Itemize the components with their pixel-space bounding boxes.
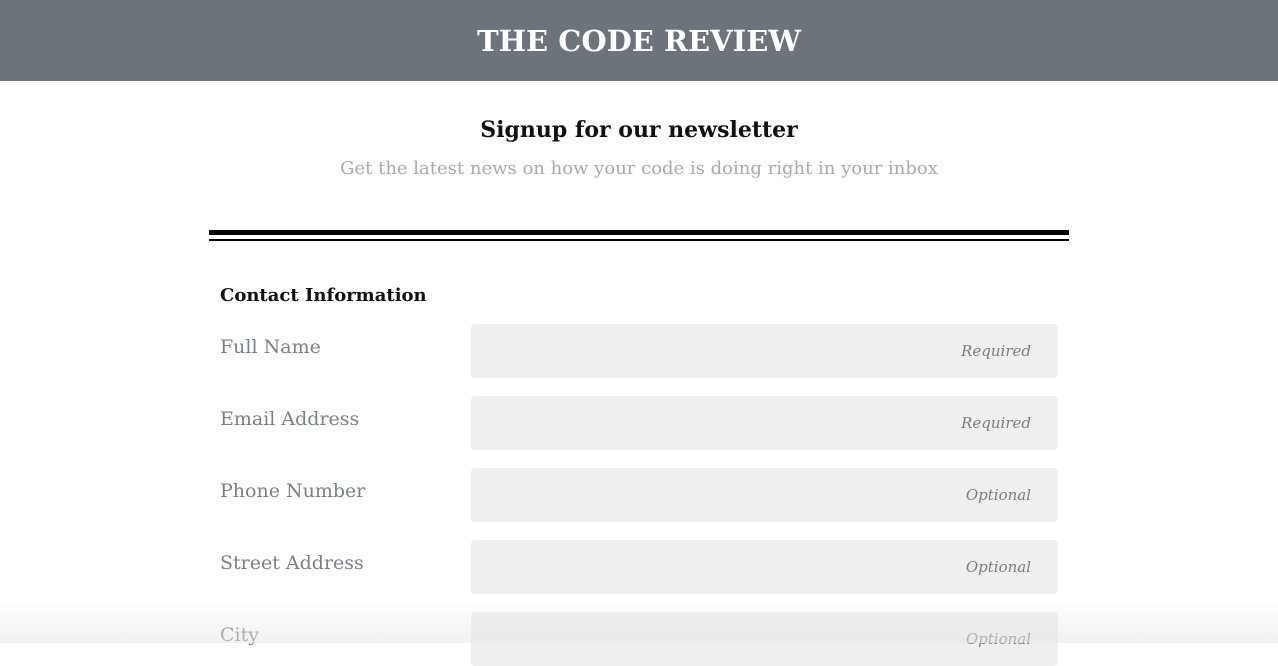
newsletter-subheading: Get the latest news on how your code is … xyxy=(340,158,938,179)
divider-thin xyxy=(209,239,1069,241)
newsletter-heading: Signup for our newsletter xyxy=(480,117,798,143)
city-input[interactable] xyxy=(471,612,1058,666)
section-title-contact: Contact Information xyxy=(220,285,427,306)
email-label: Email Address xyxy=(220,408,360,430)
phone-input[interactable] xyxy=(471,468,1058,522)
form-row-phone: Phone Number xyxy=(220,468,1058,522)
full-name-input[interactable] xyxy=(471,324,1058,378)
form-row-email: Email Address xyxy=(220,396,1058,450)
divider-thick xyxy=(209,230,1069,235)
site-header: THE CODE REVIEW xyxy=(0,0,1278,81)
street-input[interactable] xyxy=(471,540,1058,594)
site-title: THE CODE REVIEW xyxy=(477,23,801,58)
street-label: Street Address xyxy=(220,552,364,574)
phone-label: Phone Number xyxy=(220,480,366,502)
full-name-label: Full Name xyxy=(220,336,321,358)
email-input[interactable] xyxy=(471,396,1058,450)
form-row-full-name: Full Name xyxy=(220,324,1058,378)
newsletter-intro: Signup for our newsletter Get the latest… xyxy=(0,110,1278,184)
form-row-city: City xyxy=(220,612,1058,666)
form-row-street: Street Address xyxy=(220,540,1058,594)
